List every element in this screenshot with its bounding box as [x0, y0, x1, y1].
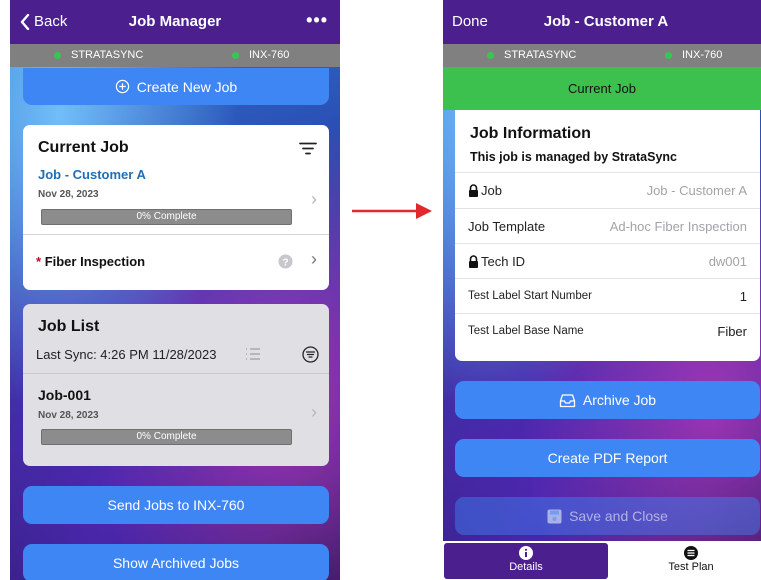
tech-id-row: Tech ID dw001	[455, 243, 760, 278]
job-label: Job	[481, 183, 502, 198]
current-job-name: Job - Customer A	[38, 167, 146, 182]
list-icon	[684, 546, 698, 560]
archive-job-button[interactable]: Archive Job	[455, 381, 760, 419]
job-information-title: Job Information	[470, 125, 591, 142]
tab-test-plan[interactable]: Test Plan	[609, 543, 761, 579]
chevron-right-icon: ›	[311, 189, 317, 209]
archive-job-label: Archive Job	[582, 392, 657, 408]
save-disk-icon	[547, 509, 562, 523]
status-dot-icon	[54, 52, 61, 59]
device-status: INX-760	[665, 44, 722, 67]
job-list-title: Job List	[38, 318, 100, 335]
show-archived-jobs-button[interactable]: Show Archived Jobs	[23, 544, 329, 580]
tech-id-label: Tech ID	[481, 254, 526, 269]
job-row: Job Job - Customer A	[455, 172, 760, 207]
last-sync-text: Last Sync: 4:26 PM 11/28/2023	[36, 347, 217, 362]
device-label: INX-760	[682, 49, 723, 61]
job-template-label: Job Template	[468, 219, 546, 234]
tab-details-label: Details	[509, 561, 543, 573]
send-jobs-button[interactable]: Send Jobs to INX-760	[23, 486, 329, 524]
device-label: INX-760	[249, 49, 290, 61]
help-icon[interactable]: ?	[278, 254, 293, 269]
test-label-base-label: Test Label Base Name	[468, 325, 584, 337]
connection-status-bar: STRATASYNC INX-760	[10, 44, 340, 67]
chevron-right-icon: ›	[311, 402, 317, 422]
stratasync-label: STRATASYNC	[71, 49, 144, 61]
job-value: Job - Customer A	[646, 183, 747, 198]
job-item-date: Nov 28, 2023	[38, 410, 99, 421]
navbar: Done Job - Customer A	[443, 0, 761, 44]
status-dot-icon	[232, 52, 239, 59]
test-label-start-value: 1	[739, 289, 747, 304]
current-job-banner: Current Job	[443, 67, 761, 110]
create-pdf-report-label: Create PDF Report	[547, 450, 668, 466]
create-new-job-label: Create New Job	[136, 78, 238, 95]
fiber-inspection-item: * Fiber Inspection	[36, 254, 145, 269]
more-menu-button[interactable]: •••	[306, 0, 328, 40]
fiber-inspection-label: Fiber Inspection	[44, 254, 146, 269]
job-information-card: Job Information This job is managed by S…	[455, 110, 760, 361]
fiber-inspection-row[interactable]: * Fiber Inspection ? ›	[23, 235, 329, 290]
job-list-card: Job List Last Sync: 4:26 PM 11/28/2023 J…	[23, 304, 329, 466]
page-title: Job - Customer A	[543, 13, 669, 30]
test-label-start-row[interactable]: Test Label Start Number 1	[455, 278, 760, 313]
stratasync-status: STRATASYNC	[54, 44, 143, 67]
test-label-base-row[interactable]: Test Label Base Name Fiber	[455, 313, 760, 348]
job-template-row[interactable]: Job Template Ad-hoc Fiber Inspection	[455, 208, 760, 243]
tab-bar: Details Test Plan	[443, 541, 761, 580]
save-and-close-button[interactable]: Save and Close	[455, 497, 760, 535]
required-mark: *	[36, 254, 42, 269]
svg-text:?: ?	[282, 257, 288, 268]
device-status: INX-760	[232, 44, 289, 67]
stratasync-label: STRATASYNC	[504, 49, 577, 61]
current-job-progress-bar: 0% Complete	[41, 209, 292, 225]
tech-id-value: dw001	[708, 254, 747, 269]
filter-icon[interactable]	[299, 142, 317, 155]
connection-status-bar: STRATASYNC INX-760	[443, 44, 761, 67]
plus-circle-icon	[115, 79, 129, 94]
send-jobs-label: Send Jobs to INX-760	[107, 497, 245, 513]
lock-icon	[469, 255, 478, 268]
job-template-value: Ad-hoc Fiber Inspection	[609, 219, 747, 234]
job-item-name: Job-001	[38, 387, 91, 403]
chevron-right-icon: ›	[311, 249, 317, 269]
tab-details[interactable]: Details	[444, 543, 608, 579]
page-title: Job Manager	[128, 13, 222, 30]
save-and-close-label: Save and Close	[569, 508, 668, 524]
job-manager-screen: Back Job Manager ••• STRATASYNC INX-760 …	[10, 0, 340, 580]
transition-arrow-icon	[352, 203, 432, 219]
job-list-item[interactable]: Job-001 Nov 28, 2023 0% Complete ›	[23, 374, 329, 466]
status-dot-icon	[487, 52, 494, 59]
status-dot-icon	[665, 52, 672, 59]
show-archived-jobs-label: Show Archived Jobs	[112, 555, 240, 571]
current-job-title: Current Job	[38, 139, 129, 156]
list-view-icon[interactable]	[245, 348, 261, 360]
tab-test-plan-label: Test Plan	[668, 561, 714, 573]
stratasync-status: STRATASYNC	[487, 44, 576, 67]
lock-icon	[469, 184, 478, 197]
managed-by-text: This job is managed by StrataSync	[470, 150, 678, 164]
sort-filter-icon[interactable]	[302, 346, 319, 363]
job-item-progress-bar: 0% Complete	[41, 429, 292, 445]
current-job-date: Nov 28, 2023	[38, 189, 99, 200]
test-label-start-label: Test Label Start Number	[468, 290, 593, 302]
navbar: Back Job Manager •••	[10, 0, 340, 44]
current-job-card: Current Job Job - Customer A Nov 28, 202…	[23, 125, 329, 290]
job-details-screen: Done Job - Customer A STRATASYNC INX-760…	[443, 0, 761, 580]
info-icon	[519, 546, 533, 560]
tech-id-label-wrap: Tech ID	[468, 244, 525, 279]
current-job-row[interactable]: Job - Customer A Nov 28, 2023 0% Complet…	[23, 163, 329, 233]
archive-tray-icon	[559, 393, 576, 407]
test-label-base-value: Fiber	[717, 324, 747, 339]
create-new-job-button[interactable]: Create New Job	[23, 68, 329, 105]
job-label-wrap: Job	[468, 173, 502, 208]
create-pdf-report-button[interactable]: Create PDF Report	[455, 439, 760, 477]
